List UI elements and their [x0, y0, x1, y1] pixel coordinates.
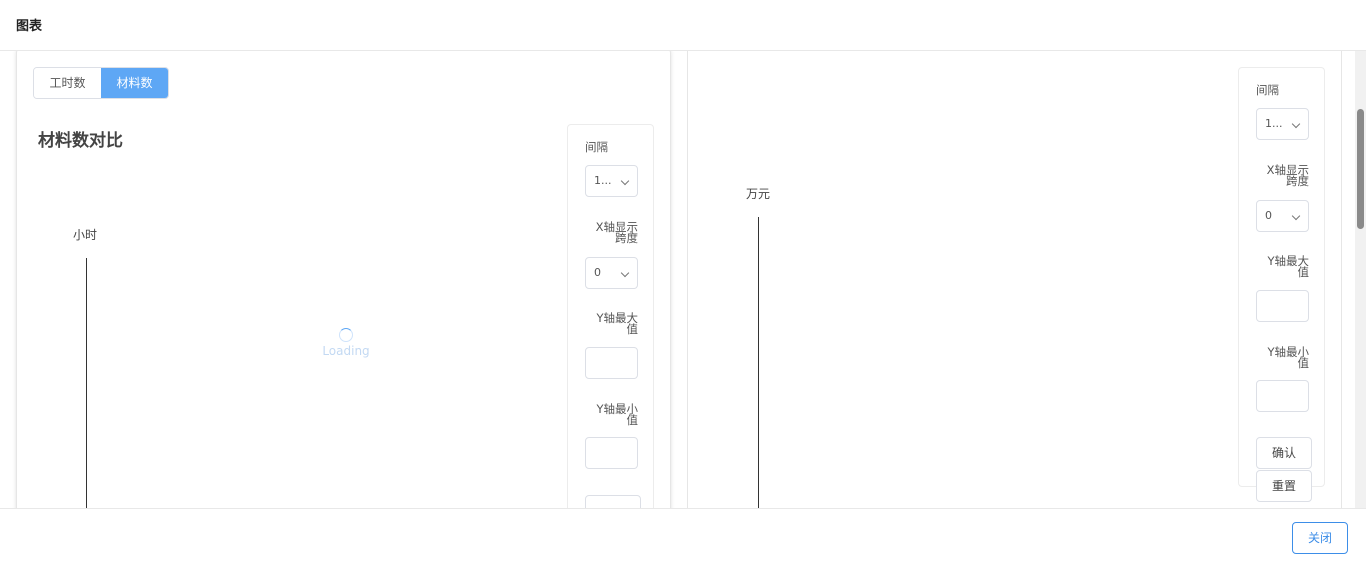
- y-max-label-line2: 值: [626, 322, 639, 336]
- interval-select-value: 1...: [594, 174, 612, 187]
- y-max-input[interactable]: [1256, 290, 1309, 322]
- chart-title: 材料数对比: [38, 131, 123, 151]
- interval-select-value: 1...: [1265, 117, 1283, 130]
- dialog-footer: 关闭: [0, 508, 1366, 565]
- tab-hours[interactable]: 工时数: [34, 68, 101, 98]
- y-max-input[interactable]: [585, 347, 638, 379]
- x-span-label-line2: 跨度: [615, 231, 638, 245]
- y-min-label: Y轴最小 值: [1244, 346, 1310, 370]
- x-span-select-value: 0: [594, 266, 601, 279]
- left-chart-card: 工时数 材料数 材料数对比 小时 Loading 间隔 1... X轴显示 跨度…: [16, 51, 671, 508]
- chevron-down-icon: [1291, 119, 1301, 129]
- interval-select[interactable]: 1...: [585, 165, 638, 197]
- chevron-down-icon: [1291, 211, 1301, 221]
- y-min-label-line2: 值: [1297, 356, 1310, 370]
- confirm-button[interactable]: [585, 495, 641, 508]
- y-axis-line: [86, 258, 87, 508]
- y-max-label: Y轴最大 值: [573, 312, 639, 336]
- x-span-label-line2: 跨度: [1286, 174, 1309, 188]
- y-axis-line: [758, 217, 759, 508]
- y-max-label-line2: 值: [1297, 265, 1310, 279]
- right-control-panel: 间隔 1... X轴显示 跨度 0 Y轴最大 值 Y轴最小 值 确认 重置: [1238, 67, 1325, 502]
- y-axis-unit-label: 小时: [73, 228, 98, 242]
- dialog-title: 图表: [16, 19, 43, 34]
- y-axis-unit-label: 万元: [746, 187, 771, 201]
- x-span-select-value: 0: [1265, 209, 1272, 222]
- y-min-input[interactable]: [1256, 380, 1309, 412]
- loading-text: Loading: [322, 344, 370, 358]
- y-max-label: Y轴最大 值: [1244, 255, 1310, 279]
- loading-spinner-icon: [339, 328, 353, 342]
- dialog-header: 图表: [0, 0, 1366, 51]
- y-min-label: Y轴最小 值: [573, 403, 639, 427]
- x-span-label: X轴显示 跨度: [1244, 164, 1309, 188]
- right-chart-card: 万元 间隔 1... X轴显示 跨度 0 Y轴最大 值 Y轴最小 值 确认 重置: [687, 51, 1342, 508]
- reset-button[interactable]: 重置: [1256, 470, 1312, 502]
- chevron-down-icon: [620, 176, 630, 186]
- loading-indicator: Loading: [318, 328, 374, 358]
- dialog-body: 工时数 材料数 材料数对比 小时 Loading 间隔 1... X轴显示 跨度…: [0, 51, 1366, 508]
- vertical-scrollbar[interactable]: [1355, 51, 1366, 508]
- scrollbar-thumb[interactable]: [1357, 109, 1364, 229]
- x-span-label: X轴显示 跨度: [573, 221, 638, 245]
- interval-select[interactable]: 1...: [1256, 108, 1309, 140]
- close-button[interactable]: 关闭: [1292, 522, 1348, 554]
- chevron-down-icon: [620, 268, 630, 278]
- y-min-input[interactable]: [585, 437, 638, 469]
- confirm-button[interactable]: 确认: [1256, 437, 1312, 469]
- left-control-panel: 间隔 1... X轴显示 跨度 0 Y轴最大 值 Y轴最小 值: [567, 124, 654, 508]
- interval-label: 间隔: [585, 140, 608, 154]
- interval-label: 间隔: [1256, 83, 1279, 97]
- tab-materials[interactable]: 材料数: [101, 68, 168, 98]
- y-min-label-line2: 值: [626, 413, 639, 427]
- x-span-select[interactable]: 0: [585, 257, 638, 289]
- x-span-select[interactable]: 0: [1256, 200, 1309, 232]
- chart-tabs: 工时数 材料数: [33, 67, 169, 99]
